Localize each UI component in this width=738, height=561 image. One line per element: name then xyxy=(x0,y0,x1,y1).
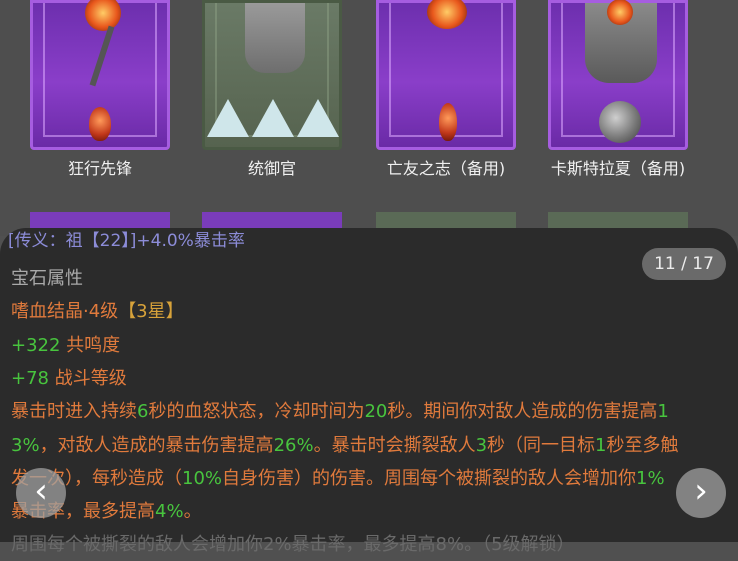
rune-icon xyxy=(607,0,633,25)
stat-combat-level: +78 战斗等级 xyxy=(11,362,729,395)
stat-resonance: +322 共鸣度 xyxy=(11,329,729,362)
value: 10% xyxy=(182,468,223,489)
equipment-label-2: 统御官 xyxy=(247,159,296,178)
equipment-card-4[interactable] xyxy=(548,0,688,150)
equipment-label-3: 亡友之志（备用) xyxy=(386,159,506,178)
stat-label: 战斗等级 xyxy=(49,368,127,389)
text: ，对敌人造成的暴击伤害提高 xyxy=(39,435,274,456)
equipment-card-3[interactable] xyxy=(376,0,516,150)
value: 1 xyxy=(657,401,669,422)
equipment-label-4: 卡斯特拉夏（备用) xyxy=(550,159,686,178)
stat-value: +78 xyxy=(11,368,49,389)
equipment-card-1[interactable] xyxy=(30,0,170,150)
gem-icon xyxy=(252,99,294,137)
equipment-card-2[interactable] xyxy=(202,0,342,150)
text: 秒。期间你对敌人造成的伤害提高 xyxy=(387,401,658,422)
value: 20 xyxy=(364,401,388,422)
value: 3% xyxy=(11,435,40,456)
text: 秒至多触 xyxy=(606,435,679,456)
text: 秒的血怒状态，冷却时间为 xyxy=(148,401,365,422)
text: 。 xyxy=(183,501,202,522)
value: 26% xyxy=(273,435,314,456)
text: 自身伤害）的伤害。周围每个被撕裂的敌人会增加你 xyxy=(222,468,637,489)
desc-line-4: 暴击率，最多提高4%。 xyxy=(11,495,729,528)
chevron-left-icon: ‹ xyxy=(34,471,48,511)
armor-icon xyxy=(245,3,305,73)
stat-label: 共鸣度 xyxy=(60,335,121,356)
gem-title: 嗜血结晶·4级【3星】 xyxy=(11,295,729,328)
gem-icon xyxy=(89,107,111,141)
gem-name: 嗜血结晶·4级 xyxy=(11,301,119,322)
stat-value: +322 xyxy=(11,335,61,356)
gem-stars: 【3星】 xyxy=(118,301,184,322)
gem-icon xyxy=(599,101,641,143)
equipment-label-1: 狂行先锋 xyxy=(67,159,132,178)
value: 6 xyxy=(137,401,149,422)
gem-icon xyxy=(297,99,339,137)
gem-icon xyxy=(207,99,249,137)
equipment-area: 狂行先锋 统御官 亡友之志（备用) 卡斯特拉夏（备用) xyxy=(0,0,738,242)
chevron-right-icon: › xyxy=(694,471,708,511)
value: 1 xyxy=(595,435,607,456)
value: 1% xyxy=(636,468,665,489)
desc-line-2: 3%，对敌人造成的暴击伤害提高26%。暴击时会撕裂敌人3秒（同一目标1秒至多触 xyxy=(11,429,729,462)
next-button[interactable]: › xyxy=(676,468,726,518)
text: 暴击时进入持续 xyxy=(11,401,137,422)
partial-attribute-line: [传义：祖【22】]+4.0%暴击率 xyxy=(8,231,245,251)
text: 秒（同一目标 xyxy=(487,435,596,456)
desc-line-1: 暴击时进入持续6秒的血怒状态，冷却时间为20秒。期间你对敌人造成的伤害提高1 xyxy=(11,395,729,428)
prev-button[interactable]: ‹ xyxy=(16,468,66,518)
section-title: 宝石属性 xyxy=(11,268,83,289)
desc-line-5: 周围每个被撕裂的敌人会增加你2%暴击率，最多提高8%。（5级解锁） xyxy=(11,534,575,555)
value: 4% xyxy=(155,501,184,522)
gem-icon xyxy=(439,103,457,141)
desc-line-3: 发一次），每秒造成（10%自身伤害）的伤害。周围每个被撕裂的敌人会增加你1% xyxy=(11,462,729,495)
value: 3 xyxy=(475,435,488,456)
text: 。暴击时会撕裂敌人 xyxy=(313,435,476,456)
